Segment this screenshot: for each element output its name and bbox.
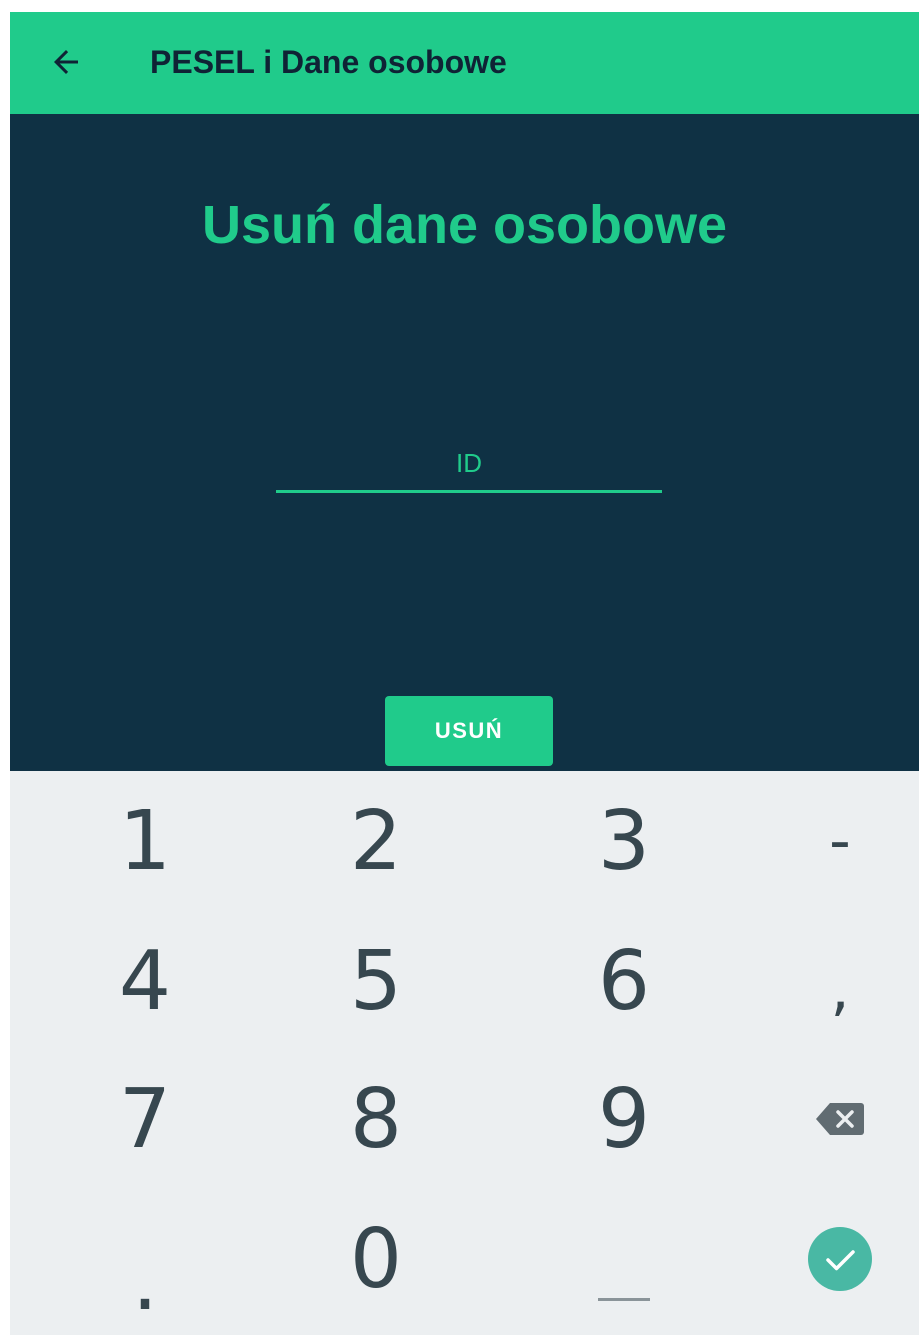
- id-field[interactable]: [276, 440, 662, 493]
- backspace-icon: [816, 1103, 864, 1135]
- numeric-keyboard: 1 2 3 - 4 5 6 , 7 8 9 . 0: [10, 771, 919, 1335]
- main-content: Usuń dane osobowe USUŃ: [10, 114, 919, 771]
- arrow-left-icon: [54, 50, 78, 74]
- key-2[interactable]: 2: [256, 771, 496, 911]
- space-bar-icon: [598, 1298, 650, 1301]
- key-comma[interactable]: ,: [720, 919, 919, 1059]
- app-screen: PESEL i Dane osobowe Usuń dane osobowe U…: [0, 0, 919, 1335]
- key-7[interactable]: 7: [25, 1049, 265, 1189]
- id-input[interactable]: [276, 440, 662, 486]
- key-1[interactable]: 1: [25, 771, 265, 911]
- key-6[interactable]: 6: [504, 911, 744, 1051]
- left-edge: [0, 12, 10, 1335]
- key-backspace[interactable]: [720, 1049, 919, 1189]
- section-heading: Usuń dane osobowe: [201, 195, 728, 255]
- app-bar: PESEL i Dane osobowe: [10, 12, 919, 114]
- key-0[interactable]: 0: [256, 1189, 496, 1329]
- check-circle-icon: [808, 1227, 872, 1291]
- key-9[interactable]: 9: [504, 1049, 744, 1189]
- key-3[interactable]: 3: [504, 771, 744, 911]
- key-space[interactable]: [504, 1191, 744, 1331]
- key-period[interactable]: .: [25, 1191, 265, 1331]
- status-strip: [0, 0, 919, 12]
- page-title: PESEL i Dane osobowe: [150, 44, 507, 80]
- key-5[interactable]: 5: [256, 911, 496, 1051]
- key-done[interactable]: [720, 1189, 919, 1329]
- key-minus[interactable]: -: [720, 771, 919, 911]
- back-button[interactable]: [42, 38, 90, 86]
- delete-button[interactable]: USUŃ: [385, 696, 553, 766]
- key-8[interactable]: 8: [256, 1049, 496, 1189]
- key-4[interactable]: 4: [25, 911, 265, 1051]
